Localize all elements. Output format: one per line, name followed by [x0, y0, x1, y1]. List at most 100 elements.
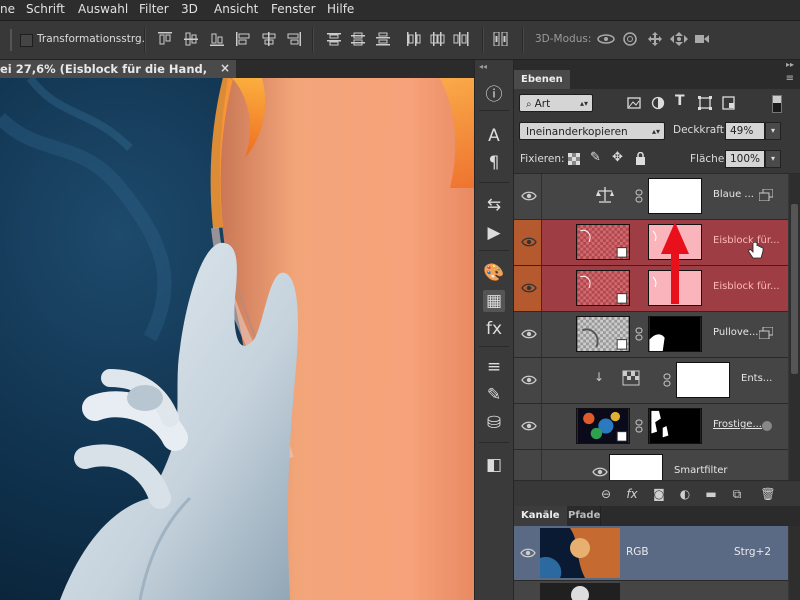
channel-row-rgb[interactable]: RGB Strg+2: [514, 526, 788, 581]
grip-handle[interactable]: [10, 29, 12, 51]
add-mask-icon[interactable]: ◙: [651, 486, 667, 502]
scrollbar-thumb[interactable]: [791, 204, 798, 374]
tab-layers[interactable]: Ebenen: [514, 70, 570, 89]
layer-row[interactable]: Frostige...: [514, 404, 788, 450]
visibility-toggle[interactable]: [514, 174, 542, 219]
3d-roll-icon[interactable]: [622, 32, 638, 46]
layer-row[interactable]: Blaue ...: [514, 174, 788, 220]
distribute-bottom-icon[interactable]: [375, 32, 391, 46]
layer-mask-thumbnail[interactable]: [648, 408, 702, 444]
lock-transparent-pixels-icon[interactable]: [568, 153, 580, 165]
link-icon[interactable]: [663, 373, 671, 387]
link-icon[interactable]: [635, 327, 643, 341]
character-icon[interactable]: A: [483, 125, 505, 147]
filter-smart-object-icon[interactable]: [722, 96, 736, 110]
visibility-toggle[interactable]: [514, 220, 542, 265]
align-vertical-center-icon[interactable]: [183, 32, 199, 46]
brush-presets-icon[interactable]: ✎: [483, 384, 505, 406]
layer-effects-icon[interactable]: [759, 327, 773, 339]
layer-thumbnail[interactable]: [576, 270, 630, 306]
opacity-input[interactable]: 49%: [725, 122, 765, 140]
smart-filter-badge-icon[interactable]: [761, 420, 773, 432]
visibility-toggle[interactable]: [514, 358, 542, 403]
filter-pixel-icon[interactable]: [627, 96, 641, 110]
align-bottom-icon[interactable]: [209, 32, 225, 46]
blend-mode-dropdown[interactable]: Ineinanderkopieren ▴▾: [519, 122, 665, 140]
distribute-top-icon[interactable]: [326, 32, 342, 46]
filter-toggle-switch[interactable]: [772, 95, 782, 113]
visibility-toggle[interactable]: [514, 312, 542, 357]
layer-comps-icon[interactable]: ◧: [483, 454, 505, 476]
paragraph-icon[interactable]: ¶: [483, 152, 505, 174]
lock-position-icon[interactable]: ✥: [612, 150, 623, 165]
lock-image-pixels-icon[interactable]: ✎: [590, 150, 601, 165]
document-canvas[interactable]: [0, 78, 474, 600]
layer-thumbnail[interactable]: [576, 408, 630, 444]
lock-all-icon[interactable]: [635, 152, 646, 165]
link-icon[interactable]: [635, 419, 643, 433]
trash-icon[interactable]: 🗑: [760, 486, 776, 502]
distribute-horizontal-center-icon[interactable]: [429, 32, 445, 46]
history-icon[interactable]: ⇆: [483, 194, 505, 216]
transform-controls-checkbox[interactable]: [20, 34, 33, 47]
menu-item-file[interactable]: ne: [0, 2, 15, 16]
collapse-arrows-icon[interactable]: ◂◂: [479, 62, 509, 72]
link-icon[interactable]: [635, 189, 643, 203]
3d-orbit-icon[interactable]: [596, 32, 616, 46]
panel-expand-icon[interactable]: ▸▸: [786, 60, 794, 70]
link-layers-icon[interactable]: ⊖: [598, 486, 614, 502]
menu-item-3d[interactable]: 3D: [181, 2, 198, 16]
distribute-vertical-center-icon[interactable]: [350, 32, 366, 46]
layer-row[interactable]: Pullove...: [514, 312, 788, 358]
channels-scrollbar[interactable]: [789, 526, 800, 600]
align-horizontal-center-icon[interactable]: [261, 32, 277, 46]
filter-shape-icon[interactable]: [698, 96, 712, 110]
menu-item-select[interactable]: Auswahl: [78, 2, 128, 16]
channel-row[interactable]: [514, 581, 788, 600]
panel-menu-icon[interactable]: ≡: [786, 73, 794, 84]
clone-source-icon[interactable]: ⛁: [483, 412, 505, 434]
visibility-toggle[interactable]: [514, 404, 542, 449]
filter-adjustment-icon[interactable]: [651, 96, 665, 110]
layer-mask-thumbnail[interactable]: [676, 362, 730, 398]
color-palette-icon[interactable]: 🎨: [483, 262, 505, 284]
eye-icon[interactable]: [592, 465, 608, 479]
new-layer-icon[interactable]: ⧉: [729, 486, 745, 502]
layer-mask-thumbnail[interactable]: [648, 178, 702, 214]
menu-item-type[interactable]: Schrift: [26, 2, 65, 16]
3d-slide-icon[interactable]: [670, 32, 688, 46]
opacity-dropdown-button[interactable]: ▾: [765, 122, 781, 140]
tab-channels[interactable]: Kanäle: [514, 506, 567, 526]
menu-item-help[interactable]: Hilfe: [327, 2, 354, 16]
close-tab-icon[interactable]: ×: [220, 61, 230, 75]
layer-mask-thumbnail[interactable]: [648, 316, 702, 352]
layer-thumbnail[interactable]: [576, 224, 630, 260]
visibility-toggle[interactable]: [514, 266, 542, 311]
actions-play-icon[interactable]: ▶: [483, 222, 505, 244]
layer-row-selected[interactable]: Eisblock für...: [514, 220, 788, 266]
menu-item-view[interactable]: Ansicht: [214, 2, 258, 16]
distribute-left-icon[interactable]: [405, 32, 421, 46]
fill-dropdown-button[interactable]: ▾: [765, 150, 781, 168]
filter-type-icon[interactable]: T: [675, 93, 685, 109]
filter-kind-dropdown[interactable]: ⌕ Art ▴▾: [519, 94, 593, 112]
fill-input[interactable]: 100%: [725, 150, 765, 168]
3d-camera-icon[interactable]: [694, 32, 710, 46]
info-icon[interactable]: ⓘ: [483, 84, 505, 106]
eye-icon[interactable]: [520, 546, 536, 560]
menu-item-window[interactable]: Fenster: [271, 2, 316, 16]
styles-fx-icon[interactable]: fx: [483, 318, 505, 340]
fx-icon[interactable]: fx: [624, 486, 640, 502]
new-group-icon[interactable]: ▬: [703, 486, 719, 502]
distribute-right-icon[interactable]: [453, 32, 469, 46]
layer-effects-icon[interactable]: [759, 189, 773, 201]
layer-row-selected[interactable]: Eisblock für...: [514, 266, 788, 312]
adjustment-layer-icon[interactable]: ◐: [677, 486, 693, 502]
align-right-icon[interactable]: [285, 32, 301, 46]
document-tab[interactable]: ei 27,6% (Eisblock für die Hand, RGB/8) …: [0, 60, 236, 90]
swatches-icon[interactable]: ▦: [483, 290, 505, 312]
adjustments-icon[interactable]: ≡: [483, 356, 505, 378]
auto-align-icon[interactable]: [493, 32, 509, 46]
layer-row[interactable]: ↓ Ents...: [514, 358, 788, 404]
align-top-icon[interactable]: [157, 32, 173, 46]
